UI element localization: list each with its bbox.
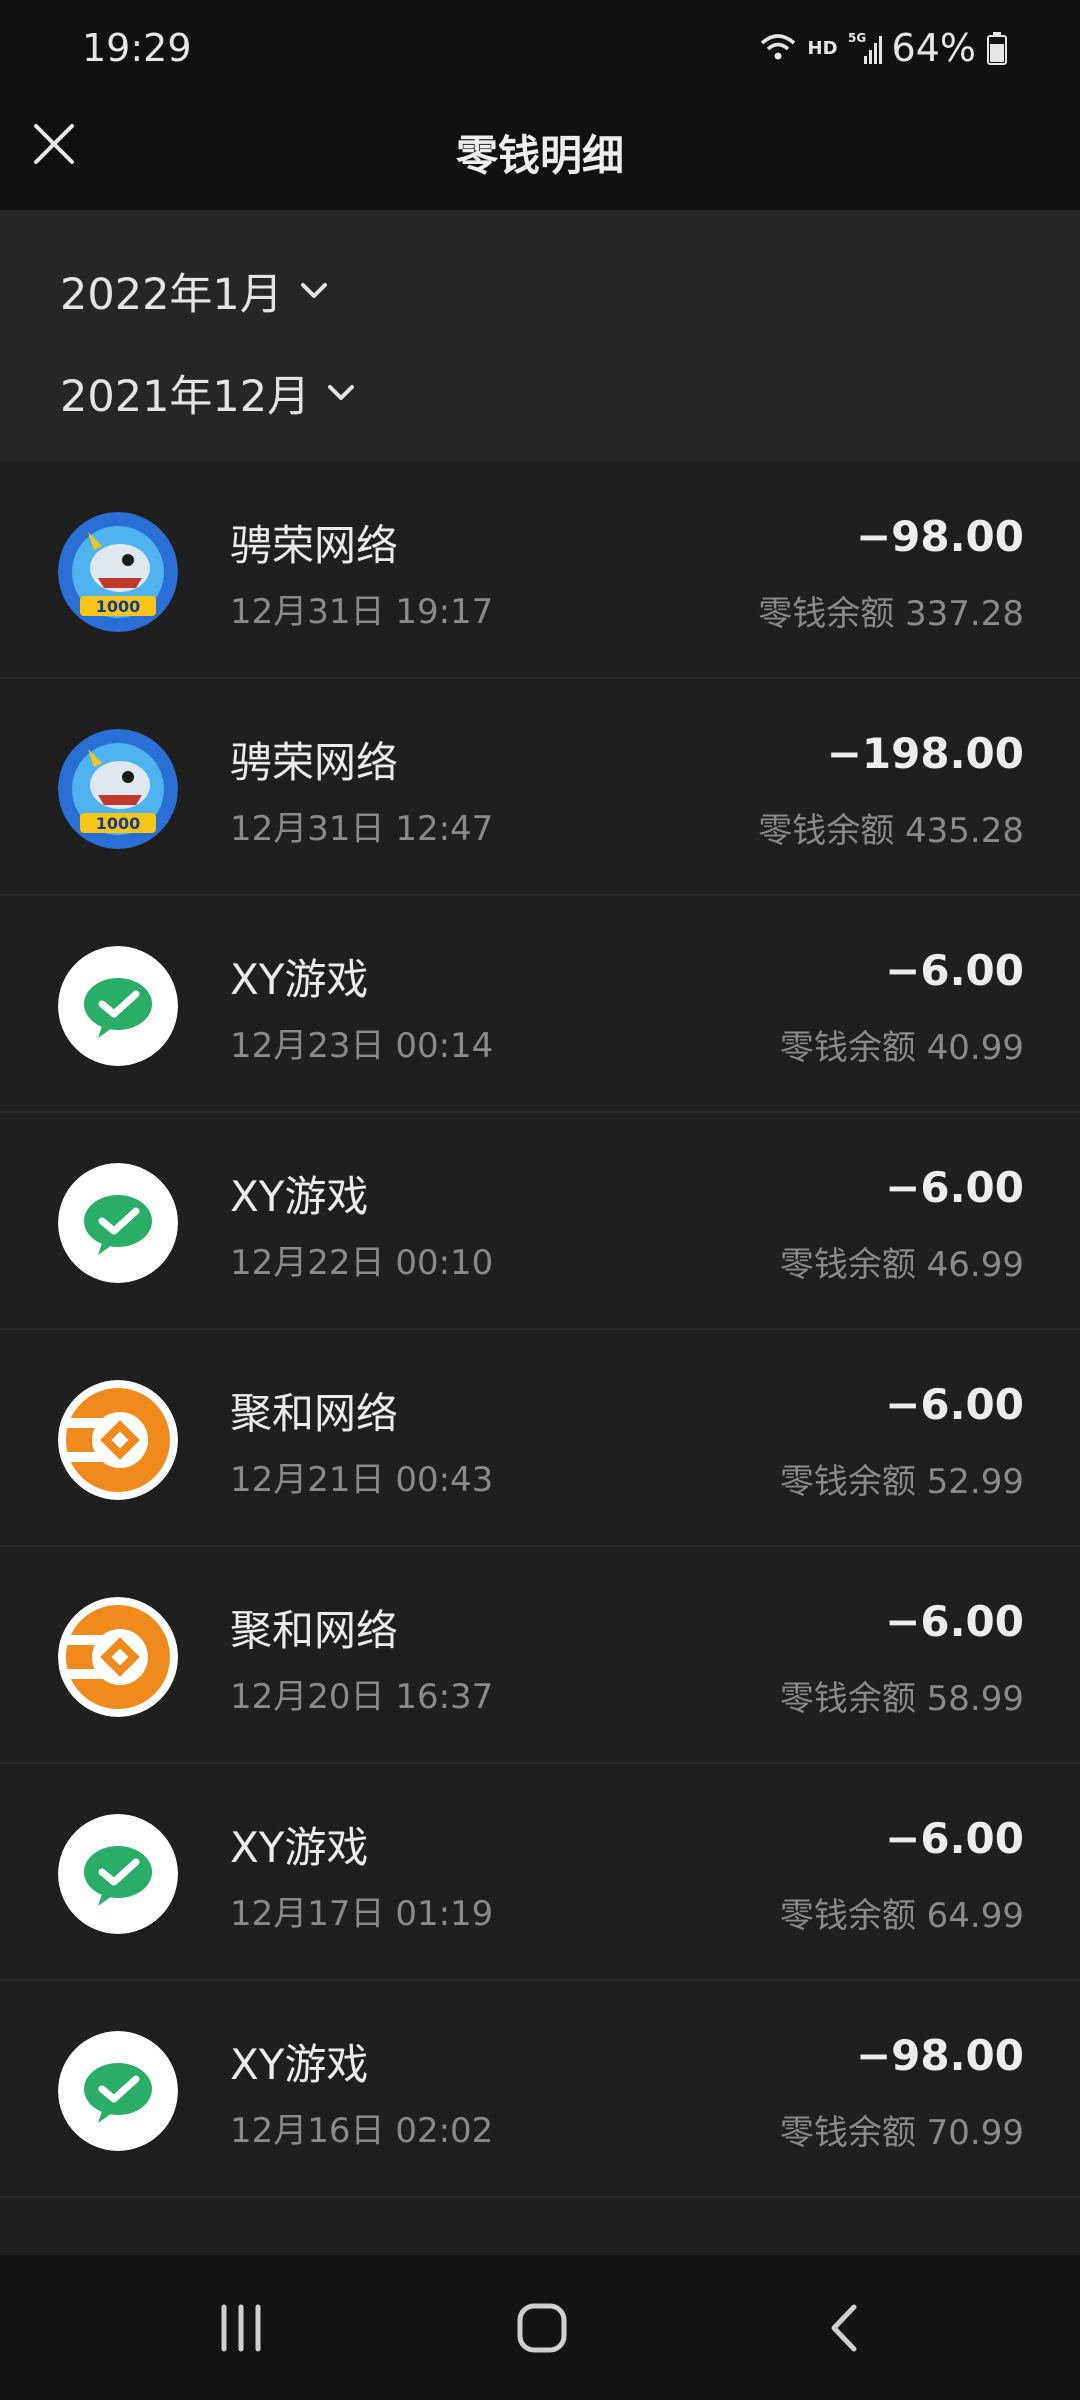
header-bar: 零钱明细 — [0, 100, 1080, 210]
month-selector-dec-2021[interactable]: 2021年12月 — [60, 362, 358, 424]
system-nav-bar — [0, 2255, 1080, 2400]
network-type-label: HD — [807, 37, 838, 59]
month-filter-section: 2022年1月 2021年12月 — [0, 210, 1080, 462]
transaction-amount: −198.00 — [826, 729, 1024, 778]
balance-after: 零钱余额 337.28 — [758, 594, 1024, 634]
recent-apps-button[interactable] — [206, 2293, 276, 2363]
merchant-name: 聚和网络 — [230, 1389, 399, 1438]
transaction-row[interactable]: XY游戏 12月16日 02:02 −98.00 零钱余额 70.99 — [0, 1981, 1080, 2198]
game-shark-icon: 1000 — [58, 729, 178, 849]
battery-icon — [987, 32, 1007, 65]
orange-coin-icon — [58, 1597, 178, 1717]
wifi-icon — [760, 34, 795, 60]
transaction-amount: −6.00 — [885, 1380, 1024, 1429]
month-selector-jan-2022[interactable]: 2022年1月 — [60, 260, 331, 322]
transaction-time: 12月22日 00:10 — [230, 1243, 494, 1283]
back-icon — [831, 2304, 857, 2352]
merchant-name: XY游戏 — [230, 955, 369, 1004]
transaction-amount: −6.00 — [885, 946, 1024, 995]
balance-after: 零钱余额 64.99 — [779, 1896, 1024, 1936]
merchant-name: 骋荣网络 — [230, 521, 399, 570]
transaction-list: 1000 骋荣网络 12月31日 19:17 −98.00 零钱余额 337.2… — [0, 462, 1080, 2198]
orange-coin-icon — [58, 1380, 178, 1500]
month-label: 2022年1月 — [60, 270, 283, 320]
game-shark-icon: 1000 — [58, 512, 178, 632]
chevron-down-icon — [300, 283, 327, 298]
transaction-time: 12月16日 02:02 — [230, 2111, 494, 2151]
svg-text:1000: 1000 — [96, 597, 141, 616]
transaction-amount: −6.00 — [885, 1814, 1024, 1863]
balance-after: 零钱余额 52.99 — [779, 1462, 1024, 1502]
balance-after: 零钱余额 58.99 — [779, 1679, 1024, 1719]
balance-after: 零钱余额 70.99 — [779, 2113, 1024, 2153]
svg-text:1000: 1000 — [96, 814, 141, 833]
merchant-name: XY游戏 — [230, 1823, 369, 1872]
transaction-amount: −98.00 — [855, 2031, 1024, 2080]
transaction-time: 12月21日 00:43 — [230, 1460, 494, 1500]
wechat-pay-icon — [58, 1814, 178, 1934]
status-time: 19:29 — [82, 26, 192, 70]
page-title: 零钱明细 — [455, 131, 624, 180]
battery-percentage: 64% — [891, 26, 976, 70]
transaction-time: 12月17日 01:19 — [230, 1894, 494, 1934]
svg-text:5G: 5G — [848, 31, 866, 45]
merchant-name: XY游戏 — [230, 2040, 369, 2089]
transaction-time: 12月31日 12:47 — [230, 809, 494, 849]
recent-apps-icon — [221, 2304, 261, 2352]
merchant-name: 骋荣网络 — [230, 738, 399, 787]
balance-after: 零钱余额 435.28 — [758, 811, 1024, 851]
balance-after: 零钱余额 46.99 — [779, 1245, 1024, 1285]
wechat-pay-icon — [58, 946, 178, 1066]
transaction-row[interactable]: 聚和网络 12月21日 00:43 −6.00 零钱余额 52.99 — [0, 1330, 1080, 1547]
home-button[interactable] — [507, 2293, 577, 2363]
signal-5g-icon: 5G — [848, 31, 882, 64]
transaction-amount: −6.00 — [885, 1597, 1024, 1646]
home-icon — [517, 2303, 567, 2353]
transaction-row[interactable]: XY游戏 12月17日 01:19 −6.00 零钱余额 64.99 — [0, 1764, 1080, 1981]
transaction-amount: −98.00 — [855, 512, 1024, 561]
wechat-pay-icon — [58, 1163, 178, 1283]
transaction-row[interactable]: XY游戏 12月22日 00:10 −6.00 零钱余额 46.99 — [0, 1113, 1080, 1330]
balance-after: 零钱余额 40.99 — [779, 1028, 1024, 1068]
chevron-down-icon — [328, 385, 355, 400]
transaction-time: 12月20日 16:37 — [230, 1677, 494, 1717]
transaction-row[interactable]: 1000 骋荣网络 12月31日 19:17 −98.00 零钱余额 337.2… — [0, 462, 1080, 679]
transaction-time: 12月23日 00:14 — [230, 1026, 494, 1066]
status-icons: HD 5G 64% — [758, 26, 1008, 70]
transaction-amount: −6.00 — [885, 1163, 1024, 1212]
transaction-time: 12月31日 19:17 — [230, 592, 494, 632]
status-bar: 19:29 HD 5G 64% — [0, 0, 1080, 100]
wechat-pay-icon — [58, 2031, 178, 2151]
merchant-name: XY游戏 — [230, 1172, 369, 1221]
transaction-row[interactable]: 1000 骋荣网络 12月31日 12:47 −198.00 零钱余额 435.… — [0, 679, 1080, 896]
month-label: 2021年12月 — [60, 372, 311, 422]
back-button[interactable] — [810, 2293, 880, 2363]
transaction-row[interactable]: 聚和网络 12月20日 16:37 −6.00 零钱余额 58.99 — [0, 1547, 1080, 1764]
merchant-name: 聚和网络 — [230, 1606, 399, 1655]
transaction-row[interactable]: XY游戏 12月23日 00:14 −6.00 零钱余额 40.99 — [0, 896, 1080, 1113]
